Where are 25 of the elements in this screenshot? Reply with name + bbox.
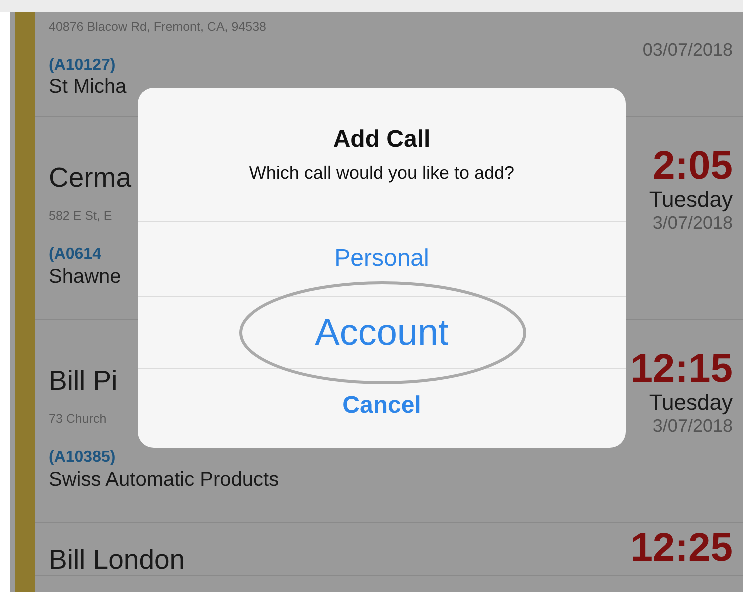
alert-message: Which call would you like to add? — [249, 162, 515, 184]
alert-action-button[interactable]: Cancel — [342, 392, 422, 421]
alert-action-button[interactable]: Personal — [334, 244, 430, 274]
call-time: 2:05 — [652, 145, 733, 187]
call-day: Tuesday — [649, 390, 733, 416]
address-text: 40876 Blacow Rd, Fremont, CA, 94538 — [49, 19, 266, 36]
address-text: 582 E St, E — [49, 208, 114, 226]
call-date: 3/07/2018 — [652, 416, 733, 438]
account-id: (A10385) — [49, 449, 117, 467]
account-id: (A10127) — [49, 56, 117, 74]
contact-name: Bill Pi — [49, 366, 119, 396]
company-name: Swiss Automatic Products — [49, 468, 280, 493]
call-date: 3/07/2018 — [652, 213, 733, 235]
contact-name: Bill London — [49, 545, 186, 576]
call-date: 03/07/2018 — [642, 40, 733, 62]
contact-name: Cerma — [49, 163, 132, 194]
address-text: 73 Church — [49, 411, 108, 428]
company-name: St Micha — [49, 75, 128, 100]
call-time: 12:15 — [630, 348, 733, 390]
account-id: (A0614 — [49, 246, 102, 264]
alert-action-button[interactable]: Account — [315, 310, 449, 356]
call-time: 12:25 — [630, 527, 733, 569]
call-day: Tuesday — [649, 187, 733, 214]
alert-title: Add Call — [333, 126, 431, 155]
company-name: Shawne — [49, 264, 122, 290]
